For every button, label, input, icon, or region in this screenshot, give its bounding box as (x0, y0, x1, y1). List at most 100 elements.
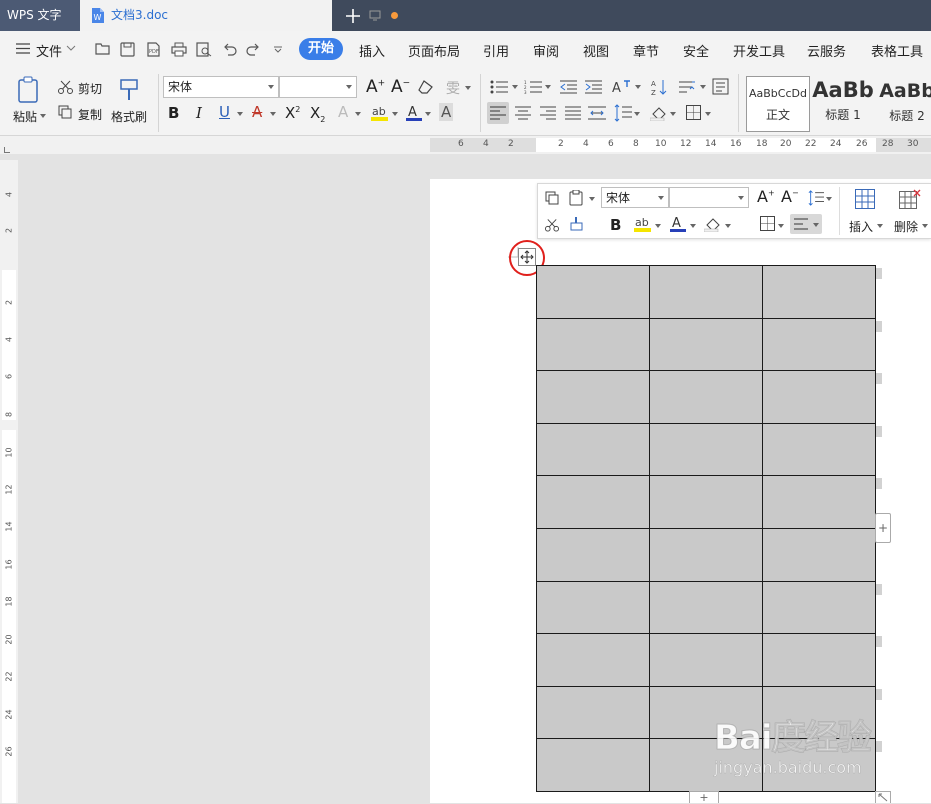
change-case-dropdown-arrow[interactable] (635, 85, 641, 89)
print-preview-icon[interactable] (196, 42, 212, 57)
bold-button[interactable]: B (168, 104, 179, 122)
copy-icon[interactable] (545, 191, 559, 205)
tab-stop-selector[interactable] (4, 147, 10, 153)
table-cell[interactable] (762, 633, 876, 687)
alignment-button[interactable] (790, 214, 822, 234)
toolbar-font-name-select[interactable]: 宋体 (601, 187, 669, 208)
table-cell[interactable] (762, 475, 876, 529)
bold-button[interactable]: B (610, 216, 621, 234)
text-box-icon[interactable] (712, 78, 729, 95)
table-cell[interactable] (536, 370, 650, 424)
paste-icon[interactable] (16, 76, 42, 104)
format-painter-icon[interactable] (569, 216, 584, 232)
table-cell[interactable] (536, 633, 650, 687)
paste-dropdown-arrow[interactable] (589, 197, 595, 201)
format-painter-button[interactable]: 格式刷 (111, 108, 147, 125)
table-cell[interactable] (649, 422, 763, 477)
font-color-dropdown-arrow[interactable] (690, 224, 696, 228)
increase-font-size-icon[interactable]: A+ (757, 187, 775, 206)
shading-dropdown-arrow[interactable] (725, 224, 731, 228)
bullet-list-icon[interactable] (490, 80, 508, 94)
table-cell[interactable] (649, 265, 763, 319)
cut-icon[interactable] (545, 218, 559, 232)
document-tab[interactable]: W 文档3.doc (80, 0, 398, 31)
align-right-icon[interactable] (540, 106, 556, 120)
borders-dropdown-arrow[interactable] (705, 112, 711, 116)
borders-icon[interactable] (760, 216, 775, 231)
numbered-list-dropdown-arrow[interactable] (545, 85, 551, 89)
highlight-dropdown-arrow[interactable] (392, 112, 398, 116)
shading-dropdown-arrow[interactable] (670, 112, 676, 116)
line-spacing-dropdown-arrow[interactable] (826, 197, 832, 201)
superscript-icon[interactable]: X2 (285, 104, 300, 122)
underline-dropdown-arrow[interactable] (237, 112, 243, 116)
tab-table-tools[interactable]: 表格工具 (871, 41, 923, 60)
table-cell[interactable] (649, 633, 763, 687)
bullet-list-dropdown-arrow[interactable] (512, 85, 518, 89)
paste-dropdown-arrow[interactable] (40, 114, 46, 118)
phonetic-guide-icon[interactable]: 雯 (446, 78, 460, 98)
decrease-indent-icon[interactable] (560, 80, 577, 94)
redo-icon[interactable] (246, 42, 261, 56)
table-cell[interactable] (762, 580, 876, 635)
decrease-font-size-icon[interactable]: A− (391, 77, 410, 97)
subscript-icon[interactable]: X2 (310, 104, 325, 124)
strikethrough-icon[interactable]: A (252, 103, 262, 121)
table-cell[interactable] (649, 370, 763, 424)
table-cell[interactable] (536, 265, 650, 319)
copy-icon[interactable] (58, 105, 72, 119)
text-effect-icon[interactable]: A (338, 103, 348, 121)
pin-icon[interactable] (369, 10, 381, 21)
shading-icon[interactable] (704, 216, 722, 232)
tab-page-layout[interactable]: 页面布局 (408, 41, 460, 60)
undo-icon[interactable] (222, 42, 237, 56)
table-cell[interactable] (649, 580, 763, 635)
borders-icon[interactable] (686, 105, 701, 120)
table-cell[interactable] (762, 527, 876, 582)
insert-dropdown-arrow[interactable] (877, 224, 883, 228)
delete-rows-columns-button[interactable]: 删除 (894, 218, 918, 235)
customize-quick-access-icon[interactable] (273, 46, 283, 54)
line-break-icon[interactable] (679, 79, 697, 94)
table-cell[interactable] (536, 685, 650, 740)
table-cell[interactable] (536, 527, 650, 582)
line-spacing-icon[interactable] (614, 104, 632, 122)
justify-icon[interactable] (565, 106, 581, 120)
style-heading-1[interactable]: AaBb 标题 1 (812, 76, 874, 132)
line-spacing-icon[interactable] (808, 190, 824, 206)
copy-button[interactable]: 复制 (78, 106, 102, 123)
font-color-icon[interactable]: A (406, 104, 422, 122)
table-cell[interactable] (536, 580, 650, 635)
tab-insert[interactable]: 插入 (359, 41, 385, 60)
font-name-select[interactable]: 宋体 (163, 76, 279, 98)
decrease-font-size-icon[interactable]: A− (781, 187, 799, 206)
highlight-color-icon[interactable]: ab (634, 215, 652, 233)
style-normal[interactable]: AaBbCcDd 正文 (746, 76, 810, 132)
increase-indent-icon[interactable] (585, 80, 602, 94)
tab-section[interactable]: 章节 (633, 41, 659, 60)
paste-icon[interactable] (569, 190, 583, 206)
italic-button[interactable]: I (196, 104, 202, 122)
strikethrough-dropdown-arrow[interactable] (270, 112, 276, 116)
open-folder-icon[interactable] (95, 42, 111, 56)
insert-rows-columns-button[interactable]: 插入 (849, 218, 873, 235)
new-tab-icon[interactable] (343, 6, 363, 26)
scissors-icon[interactable] (58, 80, 73, 94)
table-cell[interactable] (536, 422, 650, 477)
paste-button[interactable]: 粘贴 (13, 108, 37, 125)
add-column-button[interactable]: + (875, 513, 891, 543)
distribute-icon[interactable] (588, 106, 606, 120)
increase-font-size-icon[interactable]: A+ (366, 77, 385, 97)
table-cell[interactable] (536, 738, 650, 792)
phonetic-dropdown-arrow[interactable] (465, 86, 471, 90)
vertical-ruler[interactable]: 4 2 2 4 6 8 10 12 14 16 18 20 22 24 26 (0, 160, 18, 803)
highlight-dropdown-arrow[interactable] (655, 224, 661, 228)
insert-table-icon[interactable] (855, 189, 875, 209)
table-cell[interactable] (649, 317, 763, 372)
numbered-list-icon[interactable]: 123 (524, 80, 542, 94)
tab-references[interactable]: 引用 (483, 41, 509, 60)
export-pdf-icon[interactable]: PDF (146, 42, 161, 57)
table-cell[interactable] (762, 317, 876, 372)
tab-view[interactable]: 视图 (583, 41, 609, 60)
print-icon[interactable] (171, 42, 187, 57)
